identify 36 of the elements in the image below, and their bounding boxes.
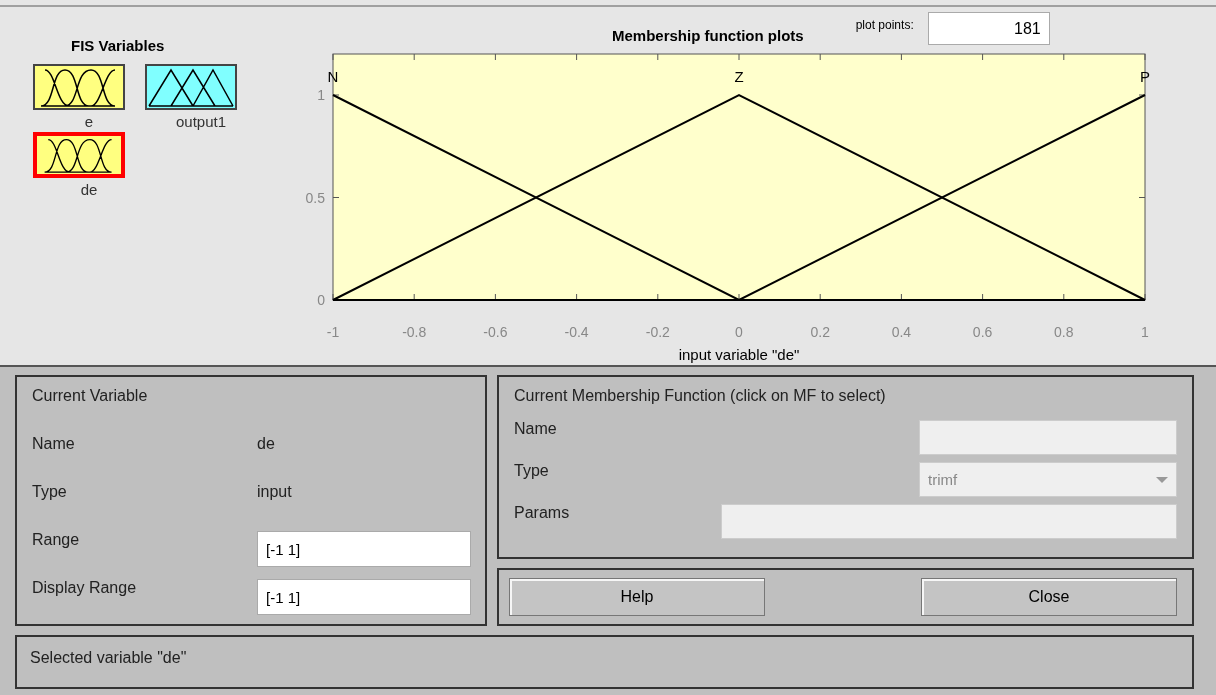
field-label: Type [32, 483, 68, 502]
tick-label: 0.5 [305, 189, 325, 206]
chart-title: Membership function plots [612, 27, 804, 44]
status-text: Selected variable "de" [30, 649, 187, 666]
tick-label: 1 [1141, 324, 1149, 340]
field-label: Name [32, 435, 76, 454]
tick-label: -0.6 [483, 324, 508, 340]
field-label: Range [32, 531, 81, 550]
tick-label: 0.4 [891, 324, 912, 340]
field-value: de [257, 435, 276, 454]
field-label: Type [514, 462, 549, 480]
field-label: plot points: [855, 18, 914, 32]
field-label: Params [514, 504, 570, 522]
field-label: Name [514, 420, 557, 438]
panel-title: Current Variable [32, 387, 149, 406]
panel-title: FIS Variables [71, 37, 166, 54]
field-label: Display Range [32, 579, 138, 598]
tick-label: 0.6 [972, 324, 993, 340]
tick-label: -1 [326, 324, 340, 340]
tick-label: 0.2 [810, 324, 830, 340]
tick-label: 0 [317, 292, 325, 308]
variable-name: e [84, 113, 94, 130]
field-value: input [257, 483, 293, 502]
variable-name: output1 [175, 113, 226, 130]
series-label: P [1140, 68, 1150, 85]
tick-label: -0.2 [645, 324, 670, 340]
series-label: N [327, 68, 339, 85]
tick-label: -0.8 [402, 324, 427, 340]
panel-title: Current Membership Function (click on MF to select) [514, 387, 887, 406]
series-label: Z [734, 68, 744, 85]
tick-label: 1 [317, 87, 325, 103]
tick-label: 0.8 [1054, 324, 1074, 340]
tick-label: 0 [735, 324, 743, 340]
axis-label: input variable "de" [678, 346, 800, 363]
variable-name: de [80, 181, 98, 198]
tick-label: -0.4 [564, 324, 589, 340]
